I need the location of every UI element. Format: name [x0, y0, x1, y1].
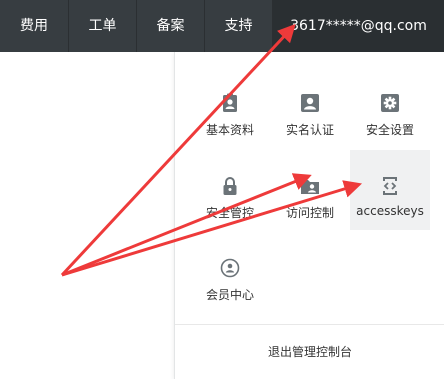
- tile-accesskeys-label: accesskeys: [356, 204, 424, 218]
- id-person-icon: [301, 94, 319, 112]
- code-key-icon: [383, 177, 397, 195]
- profile-card-icon: [223, 93, 237, 112]
- tile-access-control[interactable]: 访问控制: [270, 150, 350, 230]
- tile-member-center-label: 会员中心: [205, 288, 254, 302]
- nav-support[interactable]: 支持: [204, 0, 272, 52]
- nav-billing[interactable]: 费用: [0, 0, 68, 52]
- tile-security-control[interactable]: 安全管控: [190, 150, 270, 230]
- tile-real-name-verification[interactable]: 实名认证: [270, 67, 350, 147]
- nav-icp-filing[interactable]: 备案: [136, 0, 204, 52]
- tile-basic-info[interactable]: 基本资料: [190, 67, 270, 147]
- tile-member-center[interactable]: 会员中心: [190, 232, 270, 312]
- top-navigation-bar: 费用 工单 备案 支持 3617*****@qq.com: [0, 0, 444, 52]
- tile-security-settings[interactable]: 安全设置: [350, 67, 430, 147]
- account-menu-trigger[interactable]: 3617*****@qq.com: [272, 0, 444, 52]
- member-circle-icon: [220, 258, 240, 278]
- tile-accesskeys[interactable]: accesskeys: [350, 150, 430, 230]
- gear-icon: [381, 94, 399, 112]
- folder-user-icon: [301, 180, 319, 194]
- tile-security-settings-label: 安全设置: [365, 123, 414, 137]
- nav-tickets[interactable]: 工单: [68, 0, 136, 52]
- account-dropdown-panel: 基本资料 实名认证 安全设置 安全管控 访问控制 accesskeys 会员中心…: [174, 52, 444, 379]
- lock-icon: [223, 177, 237, 195]
- logout-console-link[interactable]: 退出管理控制台: [175, 325, 444, 379]
